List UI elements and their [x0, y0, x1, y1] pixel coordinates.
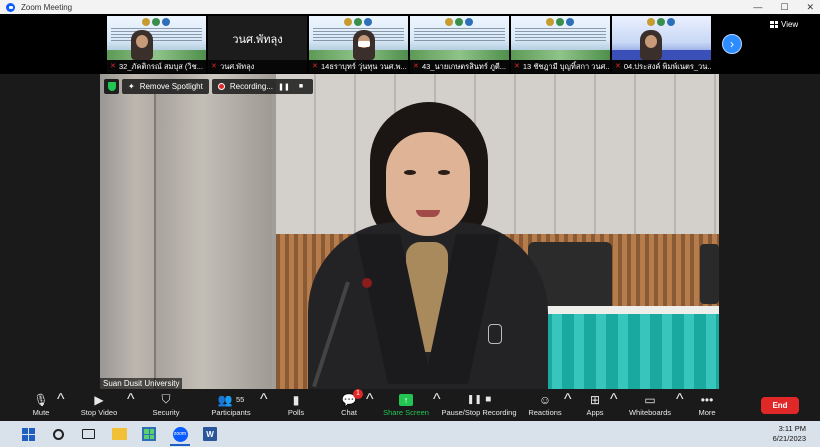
chevron-up-icon[interactable]: ^: [366, 391, 374, 421]
spotlight-controls: ✦ Remove Spotlight Recording... ❚❚ ■: [104, 78, 313, 95]
chevron-up-icon[interactable]: ^: [433, 391, 441, 421]
participants-count: 55: [235, 395, 245, 404]
participant-video: [131, 30, 153, 60]
meeting-toolbar: 🎙 Mute ^ ▶ Stop Video ^ ⛉ Security 👥 55 …: [0, 389, 820, 421]
shared-slide: [511, 16, 610, 60]
recording-label: Recording...: [229, 82, 273, 91]
system-clock[interactable]: 3:11 PM 6/21/2023: [773, 424, 806, 444]
recording-dot-icon: [217, 83, 225, 90]
participant-video: [640, 30, 662, 60]
mute-button[interactable]: 🎙 Mute: [31, 391, 51, 421]
mic-muted-icon: ✕: [110, 62, 116, 70]
grid-view-icon: [770, 21, 778, 28]
chevron-right-icon: ›: [730, 37, 734, 51]
reactions-button[interactable]: ☺ Reactions: [528, 391, 561, 421]
participant-name: 43_นายเกษตรสินทร์ ภูตี...: [422, 61, 507, 71]
stop-icon: ■: [485, 394, 492, 405]
chat-badge: 1: [353, 389, 363, 399]
video-camera-icon: ▶: [94, 392, 104, 407]
participant-name: 14ธราบุทร์ วุ่นทุน วนศ.พ...: [321, 61, 407, 71]
mic-muted-icon: ✕: [514, 62, 520, 70]
shield-icon: [104, 79, 119, 94]
mic-muted-icon: ✕: [211, 62, 217, 70]
shared-slide: [410, 16, 509, 60]
pause-icon: ❚❚: [466, 394, 482, 404]
chevron-up-icon[interactable]: ^: [610, 391, 618, 421]
view-button[interactable]: View: [770, 20, 798, 29]
windows-start-icon[interactable]: [20, 426, 36, 442]
view-label: View: [781, 20, 799, 29]
more-dots-icon: •••: [700, 392, 714, 407]
participant-video: [353, 30, 375, 60]
zoom-window: Zoom Meeting — ☐ ✕ ✕ 32_ภัคติกรณ์ สมบุส (…: [0, 0, 820, 447]
participant-name: 32_ภัคติกรณ์ สมบุส (วิช...: [119, 61, 203, 71]
smiley-plus-icon: ☺: [538, 392, 552, 407]
chevron-up-icon[interactable]: ^: [127, 391, 135, 421]
zoom-app-icon[interactable]: zoom: [172, 426, 188, 442]
chevron-up-icon[interactable]: ^: [676, 391, 684, 421]
participant-name: วนศ.พัทลุง: [220, 61, 255, 71]
store-icon[interactable]: [141, 426, 157, 442]
speaker-name-label: Suan Dusit University: [100, 378, 183, 389]
pause-stop-recording-button[interactable]: ❚❚ ■ Pause/Stop Recording: [441, 391, 516, 421]
minimize-icon[interactable]: —: [753, 2, 762, 12]
whiteboard-icon: ▭: [644, 392, 656, 407]
polls-button[interactable]: ▮ Polls: [286, 391, 306, 421]
stop-icon[interactable]: ■: [295, 81, 307, 93]
people-icon: 👥: [217, 392, 233, 407]
window-controls: — ☐ ✕: [753, 0, 814, 14]
pause-icon[interactable]: ❚❚: [278, 81, 290, 93]
microphone-icon: 🎙: [33, 392, 49, 407]
task-view-icon[interactable]: [80, 426, 96, 442]
more-button[interactable]: ••• More: [697, 391, 717, 421]
maximize-icon[interactable]: ☐: [780, 2, 788, 13]
bar-chart-icon: ▮: [292, 392, 300, 407]
shield-icon: ⛉: [161, 392, 171, 406]
chevron-up-icon[interactable]: ^: [260, 391, 268, 421]
remove-spotlight-label: Remove Spotlight: [139, 82, 203, 91]
search-icon[interactable]: [50, 426, 66, 442]
close-icon[interactable]: ✕: [806, 2, 814, 13]
mic-muted-icon: ✕: [413, 62, 419, 70]
spotlight-video: ✦ Remove Spotlight Recording... ❚❚ ■ Sua…: [100, 74, 719, 389]
whiteboards-button[interactable]: ▭ Whiteboards: [629, 391, 671, 421]
apps-button[interactable]: ⊞ Apps: [585, 391, 605, 421]
security-button[interactable]: ⛉ Security: [151, 391, 181, 421]
window-title: Zoom Meeting: [21, 2, 73, 12]
chevron-up-icon[interactable]: ^: [564, 391, 572, 421]
clock-time: 3:11 PM: [778, 424, 806, 433]
speaker-face: [386, 132, 470, 236]
participant-name: 04.ประสงค์ พิมพ์เนตร_วน...: [623, 61, 711, 71]
participants-button[interactable]: 👥 55 Participants: [210, 391, 252, 421]
share-screen-button[interactable]: ↑ Share Screen: [383, 391, 429, 421]
clock-date: 6/21/2023: [772, 434, 806, 443]
participant-thumbnail[interactable]: ✕ 32_ภัคติกรณ์ สมบุส (วิช...: [107, 16, 206, 73]
remove-spotlight-button[interactable]: ✦ Remove Spotlight: [122, 79, 209, 94]
gallery-strip: ✕ 32_ภัคติกรณ์ สมบุส (วิช... วนศ.พัทลุง ✕…: [0, 14, 820, 74]
apps-icon: ⊞: [589, 392, 601, 407]
participant-display-name: วนศ.พัทลุง: [232, 34, 283, 46]
shared-slide: [107, 16, 206, 60]
participant-thumbnail[interactable]: ✕ 43_นายเกษตรสินทร์ ภูตี...: [410, 16, 509, 73]
pin-icon: ✦: [128, 82, 135, 91]
chevron-up-icon[interactable]: ^: [57, 391, 65, 421]
title-bar: Zoom Meeting — ☐ ✕: [0, 0, 820, 14]
zoom-logo-icon: [6, 2, 15, 12]
os-taskbar: zoom W 3:11 PM 6/21/2023: [0, 421, 820, 447]
file-explorer-icon[interactable]: [111, 426, 127, 442]
stop-video-button[interactable]: ▶ Stop Video: [79, 391, 119, 421]
mic-muted-icon: ✕: [312, 62, 318, 70]
participant-thumbnail[interactable]: วนศ.พัทลุง ✕ วนศ.พัทลุง: [208, 16, 307, 73]
next-page-button[interactable]: ›: [722, 34, 742, 54]
participant-name: 13 ชัชฎามี บุญทิ์สกา วนศ...: [522, 61, 610, 71]
participant-thumbnail[interactable]: ✕ 13 ชัชฎามี บุญทิ์สกา วนศ...: [511, 16, 610, 73]
participant-thumbnail[interactable]: ✕ 04.ประสงค์ พิมพ์เนตร_วน...: [612, 16, 711, 73]
share-arrow-icon: ↑: [399, 393, 413, 406]
chat-button[interactable]: 💬 1 Chat: [339, 389, 363, 421]
word-app-icon[interactable]: W: [202, 426, 218, 442]
recording-indicator: Recording... ❚❚ ■: [211, 79, 313, 94]
mic-muted-icon: ✕: [615, 62, 621, 70]
participant-thumbnail[interactable]: ✕ 14ธราบุทร์ วุ่นทุน วนศ.พ...: [309, 16, 408, 73]
end-meeting-button[interactable]: End: [761, 397, 799, 414]
